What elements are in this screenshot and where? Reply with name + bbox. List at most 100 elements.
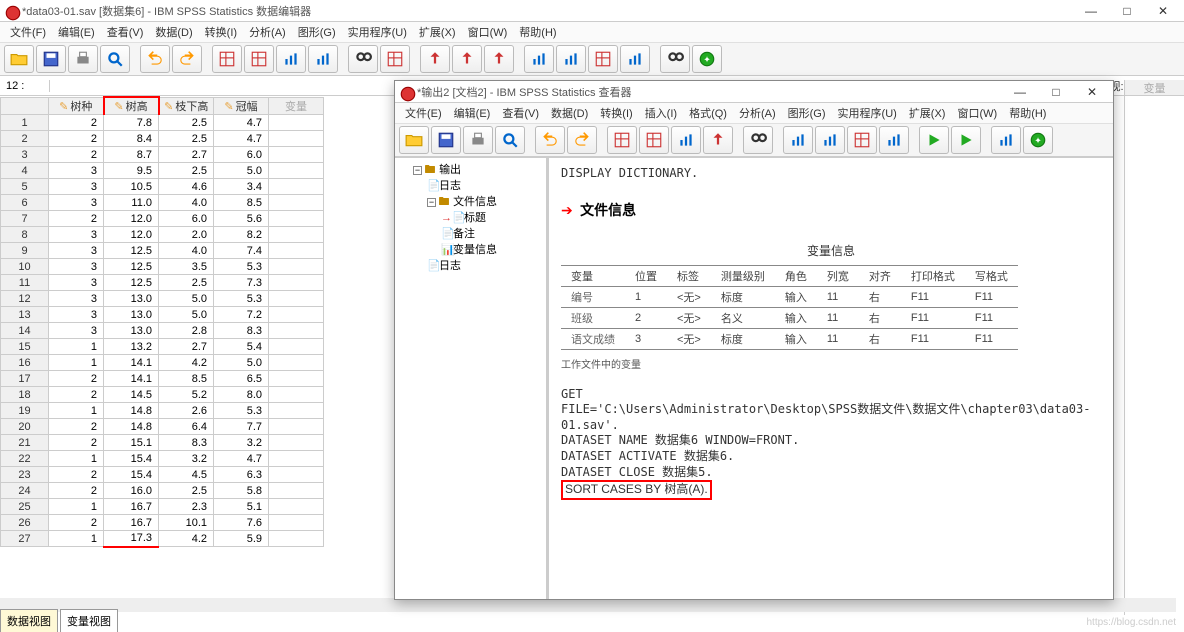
undo-button[interactable] (535, 126, 565, 154)
data-cell[interactable]: 7.4 (214, 243, 269, 259)
row-header[interactable]: 18 (1, 387, 49, 403)
data-cell[interactable]: 3.2 (159, 451, 214, 467)
grid-button[interactable] (847, 126, 877, 154)
data-cell[interactable]: 2.5 (159, 131, 214, 147)
data-cell[interactable]: 7.8 (104, 115, 159, 131)
data-cell[interactable]: 5.0 (159, 307, 214, 323)
save-button[interactable] (431, 126, 461, 154)
data-cell[interactable]: 12.5 (104, 243, 159, 259)
data-cell[interactable]: 8.5 (159, 371, 214, 387)
row-header[interactable]: 23 (1, 467, 49, 483)
chart-button[interactable] (879, 126, 909, 154)
data-cell[interactable]: 1 (49, 531, 104, 547)
menu-item[interactable]: 图形(G) (294, 22, 340, 42)
open-button[interactable] (4, 45, 34, 73)
data-cell[interactable]: 5.8 (214, 483, 269, 499)
data-cell[interactable]: 6.4 (159, 419, 214, 435)
data-cell[interactable]: 8.5 (214, 195, 269, 211)
minimize-button[interactable]: — (1074, 1, 1108, 21)
chart-button[interactable] (308, 45, 338, 73)
menu-item[interactable]: 窗口(W) (953, 103, 1001, 123)
col-header[interactable]: ✎冠幅 (214, 97, 269, 115)
row-header[interactable]: 25 (1, 499, 49, 515)
find-button[interactable] (743, 126, 773, 154)
data-cell[interactable]: 5.1 (214, 499, 269, 515)
data-cell[interactable]: 16.0 (104, 483, 159, 499)
col-header[interactable]: ✎树高 (104, 97, 159, 115)
data-cell[interactable]: 2 (49, 387, 104, 403)
chart-button[interactable] (671, 126, 701, 154)
viewer-maximize-button[interactable]: □ (1039, 82, 1073, 102)
tree-root[interactable]: 输出 (439, 164, 461, 176)
data-cell[interactable]: 7.7 (214, 419, 269, 435)
menu-item[interactable]: 编辑(E) (54, 22, 99, 42)
data-cell[interactable]: 16.7 (104, 515, 159, 531)
data-cell[interactable]: 7.6 (214, 515, 269, 531)
data-cell[interactable]: 2.6 (159, 403, 214, 419)
data-cell[interactable]: 8.3 (214, 323, 269, 339)
run-button[interactable] (919, 126, 949, 154)
redo-button[interactable] (567, 126, 597, 154)
data-cell[interactable]: 14.8 (104, 419, 159, 435)
data-cell[interactable]: 8.0 (214, 387, 269, 403)
collapse-icon[interactable]: − (427, 198, 436, 207)
data-cell[interactable]: 2 (49, 211, 104, 227)
data-cell[interactable]: 15.1 (104, 435, 159, 451)
data-cell[interactable]: 2 (49, 467, 104, 483)
row-header[interactable]: 20 (1, 419, 49, 435)
menu-item[interactable]: 转换(I) (201, 22, 241, 42)
data-cell[interactable]: 6.3 (214, 467, 269, 483)
row-header[interactable]: 10 (1, 259, 49, 275)
data-cell[interactable]: 12.5 (104, 275, 159, 291)
data-cell[interactable]: 7.3 (214, 275, 269, 291)
row-header[interactable]: 26 (1, 515, 49, 531)
chart-button[interactable] (276, 45, 306, 73)
grid-button[interactable] (588, 45, 618, 73)
row-header[interactable]: 6 (1, 195, 49, 211)
col-header[interactable]: 变量 (269, 97, 324, 115)
data-cell[interactable]: 10.5 (104, 179, 159, 195)
weight-button[interactable]: ✦ (1023, 126, 1053, 154)
data-cell[interactable]: 4.6 (159, 179, 214, 195)
data-cell[interactable]: 13.0 (104, 323, 159, 339)
row-header[interactable]: 27 (1, 531, 49, 547)
menu-item[interactable]: 窗口(W) (464, 22, 512, 42)
data-cell[interactable]: 13.0 (104, 291, 159, 307)
data-cell[interactable]: 2.7 (159, 339, 214, 355)
goto-button[interactable] (420, 45, 450, 73)
row-header[interactable]: 3 (1, 147, 49, 163)
row-header[interactable]: 14 (1, 323, 49, 339)
data-cell[interactable]: 5.6 (214, 211, 269, 227)
undo-button[interactable] (140, 45, 170, 73)
data-cell[interactable]: 10.1 (159, 515, 214, 531)
data-cell[interactable]: 1 (49, 451, 104, 467)
tree-title[interactable]: 标题 (464, 212, 486, 224)
grid-button[interactable] (607, 126, 637, 154)
row-header[interactable]: 7 (1, 211, 49, 227)
menu-item[interactable]: 分析(A) (245, 22, 290, 42)
print-button[interactable] (463, 126, 493, 154)
data-cell[interactable]: 2.5 (159, 483, 214, 499)
menu-item[interactable]: 实用程序(U) (344, 22, 411, 42)
menu-item[interactable]: 查看(V) (103, 22, 148, 42)
save-button[interactable] (36, 45, 66, 73)
menu-item[interactable]: 帮助(H) (1005, 103, 1050, 123)
menu-item[interactable]: 实用程序(U) (834, 103, 901, 123)
data-table[interactable]: ✎树种✎树高✎枝下高✎冠幅变量127.82.54.7228.42.54.7328… (0, 96, 324, 548)
menu-item[interactable]: 扩展(X) (415, 22, 460, 42)
row-header[interactable]: 24 (1, 483, 49, 499)
menu-item[interactable]: 查看(V) (498, 103, 543, 123)
chart-button[interactable] (556, 45, 586, 73)
data-cell[interactable]: 2 (49, 419, 104, 435)
data-cell[interactable]: 3 (49, 323, 104, 339)
data-cell[interactable]: 3.2 (214, 435, 269, 451)
data-cell[interactable]: 3 (49, 291, 104, 307)
data-cell[interactable]: 2 (49, 435, 104, 451)
open-button[interactable] (399, 126, 429, 154)
tree-log1[interactable]: 日志 (439, 180, 461, 192)
menu-item[interactable]: 图形(G) (784, 103, 830, 123)
tree-log2[interactable]: 日志 (439, 260, 461, 272)
row-header[interactable]: 1 (1, 115, 49, 131)
menu-item[interactable]: 编辑(E) (450, 103, 495, 123)
row-header[interactable]: 16 (1, 355, 49, 371)
